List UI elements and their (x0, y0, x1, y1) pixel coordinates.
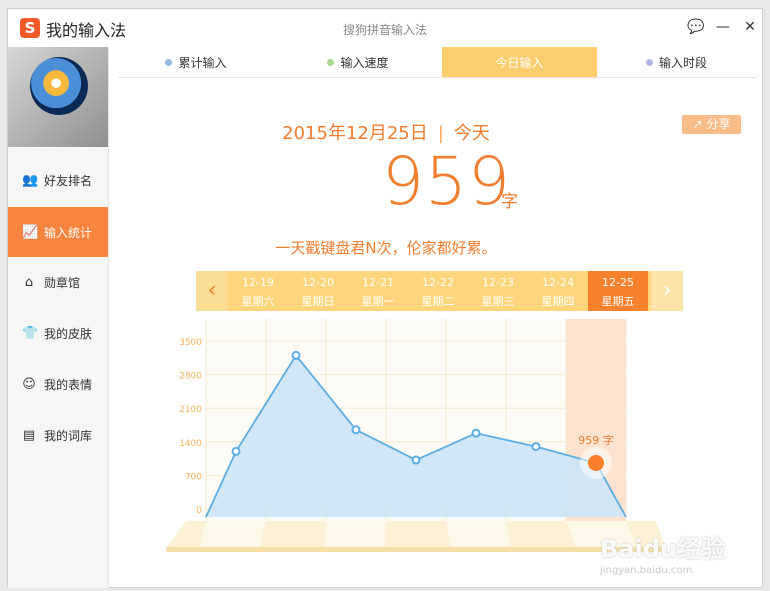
chart-floor-stripe (199, 521, 266, 549)
stats-tabs: 累计输入 输入速度 今日输入 输入时段 (118, 47, 756, 78)
sidebar-item-emoticons[interactable]: ☺ 我的表情 (8, 359, 108, 409)
share-icon: ↗ (692, 117, 703, 131)
shirt-icon: 👕 (22, 325, 39, 341)
y-tick-label: 0 (196, 506, 202, 516)
watermark-logo: Baidu经验 (600, 535, 725, 563)
data-point (291, 350, 301, 360)
feedback-icon[interactable]: 💬 (684, 15, 708, 39)
day-tab[interactable]: 12-19 星期六 (228, 271, 288, 311)
day-weekday: 星期一 (361, 295, 395, 308)
tab-cumulative-input[interactable]: 累计输入 (118, 47, 274, 77)
y-tick-label: 3500 (179, 338, 202, 348)
friends-icon: 👥 (22, 172, 39, 188)
data-point-selected (588, 454, 604, 471)
today-count: 959 (382, 143, 511, 220)
date-separator: | (437, 123, 444, 144)
sidebar-item-dictionary[interactable]: ▤ 我的词库 (8, 410, 108, 460)
share-button[interactable]: ↗ 分享 (682, 115, 741, 134)
sidebar-item-skins[interactable]: 👕 我的皮肤 (8, 308, 108, 358)
chart-floor-edge (166, 547, 666, 552)
share-label: 分享 (706, 117, 731, 131)
sidebar-item-label: 好友排名 (44, 173, 93, 188)
tab-label: 输入时段 (658, 55, 707, 70)
day-date: 12-22 (422, 276, 454, 289)
badge-hall-icon: ⌂ (24, 274, 34, 290)
tab-label: 今日输入 (495, 55, 544, 70)
tab-dot-icon (327, 58, 335, 66)
day-tab[interactable]: 12-23 星期三 (468, 271, 528, 311)
sidebar-item-label: 我的词库 (44, 428, 93, 443)
day-weekday: 星期六 (241, 295, 275, 308)
tab-label: 累计输入 (178, 55, 227, 70)
daily-input-chart: 0 700 1400 2100 2800 3500 959 字 (166, 319, 666, 552)
sidebar-item-label: 勋章馆 (44, 275, 81, 290)
date-text: 2015年12月25日 (282, 123, 428, 144)
sidebar-item-friends-rank[interactable]: 👥 好友排名 (8, 155, 108, 205)
day-date: 12-20 (302, 276, 334, 289)
y-tick-label: 700 (185, 472, 202, 482)
close-button[interactable]: ✕ (738, 15, 762, 39)
chart-floor-stripe (446, 521, 511, 549)
day-tab[interactable]: 12-20 星期日 (288, 271, 348, 311)
day-date: 12-19 (242, 276, 274, 289)
minimize-button[interactable]: — (711, 15, 735, 39)
day-tab[interactable]: 12-21 星期一 (348, 271, 408, 311)
avatar-image (30, 57, 88, 115)
app-window: S 我的输入法 搜狗拼音输入法 💬 — ✕ 👥 好友排名 📈 输入统计 ⌂ 勋章… (7, 8, 763, 588)
prev-week-arrow-icon[interactable]: ‹ (196, 271, 228, 311)
day-weekday: 星期四 (541, 295, 575, 308)
selected-point-label: 959 字 (578, 433, 614, 447)
sogou-logo-icon: S (20, 18, 40, 38)
y-tick-label: 1400 (179, 439, 202, 449)
y-tick-label: 2800 (179, 372, 202, 382)
data-point (411, 455, 421, 465)
next-week-arrow-icon[interactable]: › (651, 271, 683, 311)
sidebar-item-label: 我的表情 (44, 377, 93, 392)
tab-input-time[interactable]: 输入时段 (597, 47, 756, 77)
title-bar: S 我的输入法 搜狗拼音输入法 💬 — ✕ (8, 9, 762, 47)
slogan-text: 一天戳键盘君N次，伦家都好累。 (275, 239, 497, 257)
dictionary-icon: ▤ (22, 427, 36, 443)
tab-dot-icon (165, 58, 173, 66)
y-tick-label: 2100 (179, 405, 202, 415)
app-title: 我的输入法 (46, 21, 127, 40)
day-date: 12-25 (602, 276, 634, 289)
day-weekday: 星期三 (481, 295, 515, 308)
day-tab[interactable]: 12-22 星期二 (408, 271, 468, 311)
tab-dot-icon (645, 58, 653, 66)
day-tab-selected[interactable]: 12-25 星期五 (588, 271, 648, 311)
day-date: 12-21 (362, 276, 394, 289)
count-unit: 字 (501, 192, 518, 212)
data-point (471, 428, 481, 438)
day-date: 12-24 (542, 276, 574, 289)
sidebar-item-badges[interactable]: ⌂ 勋章馆 (8, 257, 108, 307)
day-weekday: 星期日 (301, 295, 335, 308)
tab-label: 输入速度 (340, 55, 389, 70)
date-heading: 2015年12月25日 | 今天 (8, 119, 764, 145)
day-weekday: 星期五 (601, 295, 635, 308)
watermark-url: jingyan.baidu.com (600, 565, 693, 576)
tab-input-speed[interactable]: 输入速度 (274, 47, 442, 77)
day-tab[interactable]: 12-24 星期四 (528, 271, 588, 311)
day-date: 12-23 (482, 276, 514, 289)
sidebar-item-label: 我的皮肤 (44, 326, 93, 341)
chart-floor-stripe (325, 521, 386, 549)
smiley-icon: ☺ (22, 376, 36, 392)
day-weekday: 星期二 (421, 295, 455, 308)
tab-today-input[interactable]: 今日输入 (442, 47, 597, 77)
data-point (351, 425, 361, 435)
data-point (231, 446, 241, 456)
data-point (531, 442, 541, 452)
today-text: 今天 (453, 123, 490, 144)
date-strip: ‹ 12-19 星期六 12-20 星期日 12-21 星期一 12-22 星期… (196, 271, 683, 311)
